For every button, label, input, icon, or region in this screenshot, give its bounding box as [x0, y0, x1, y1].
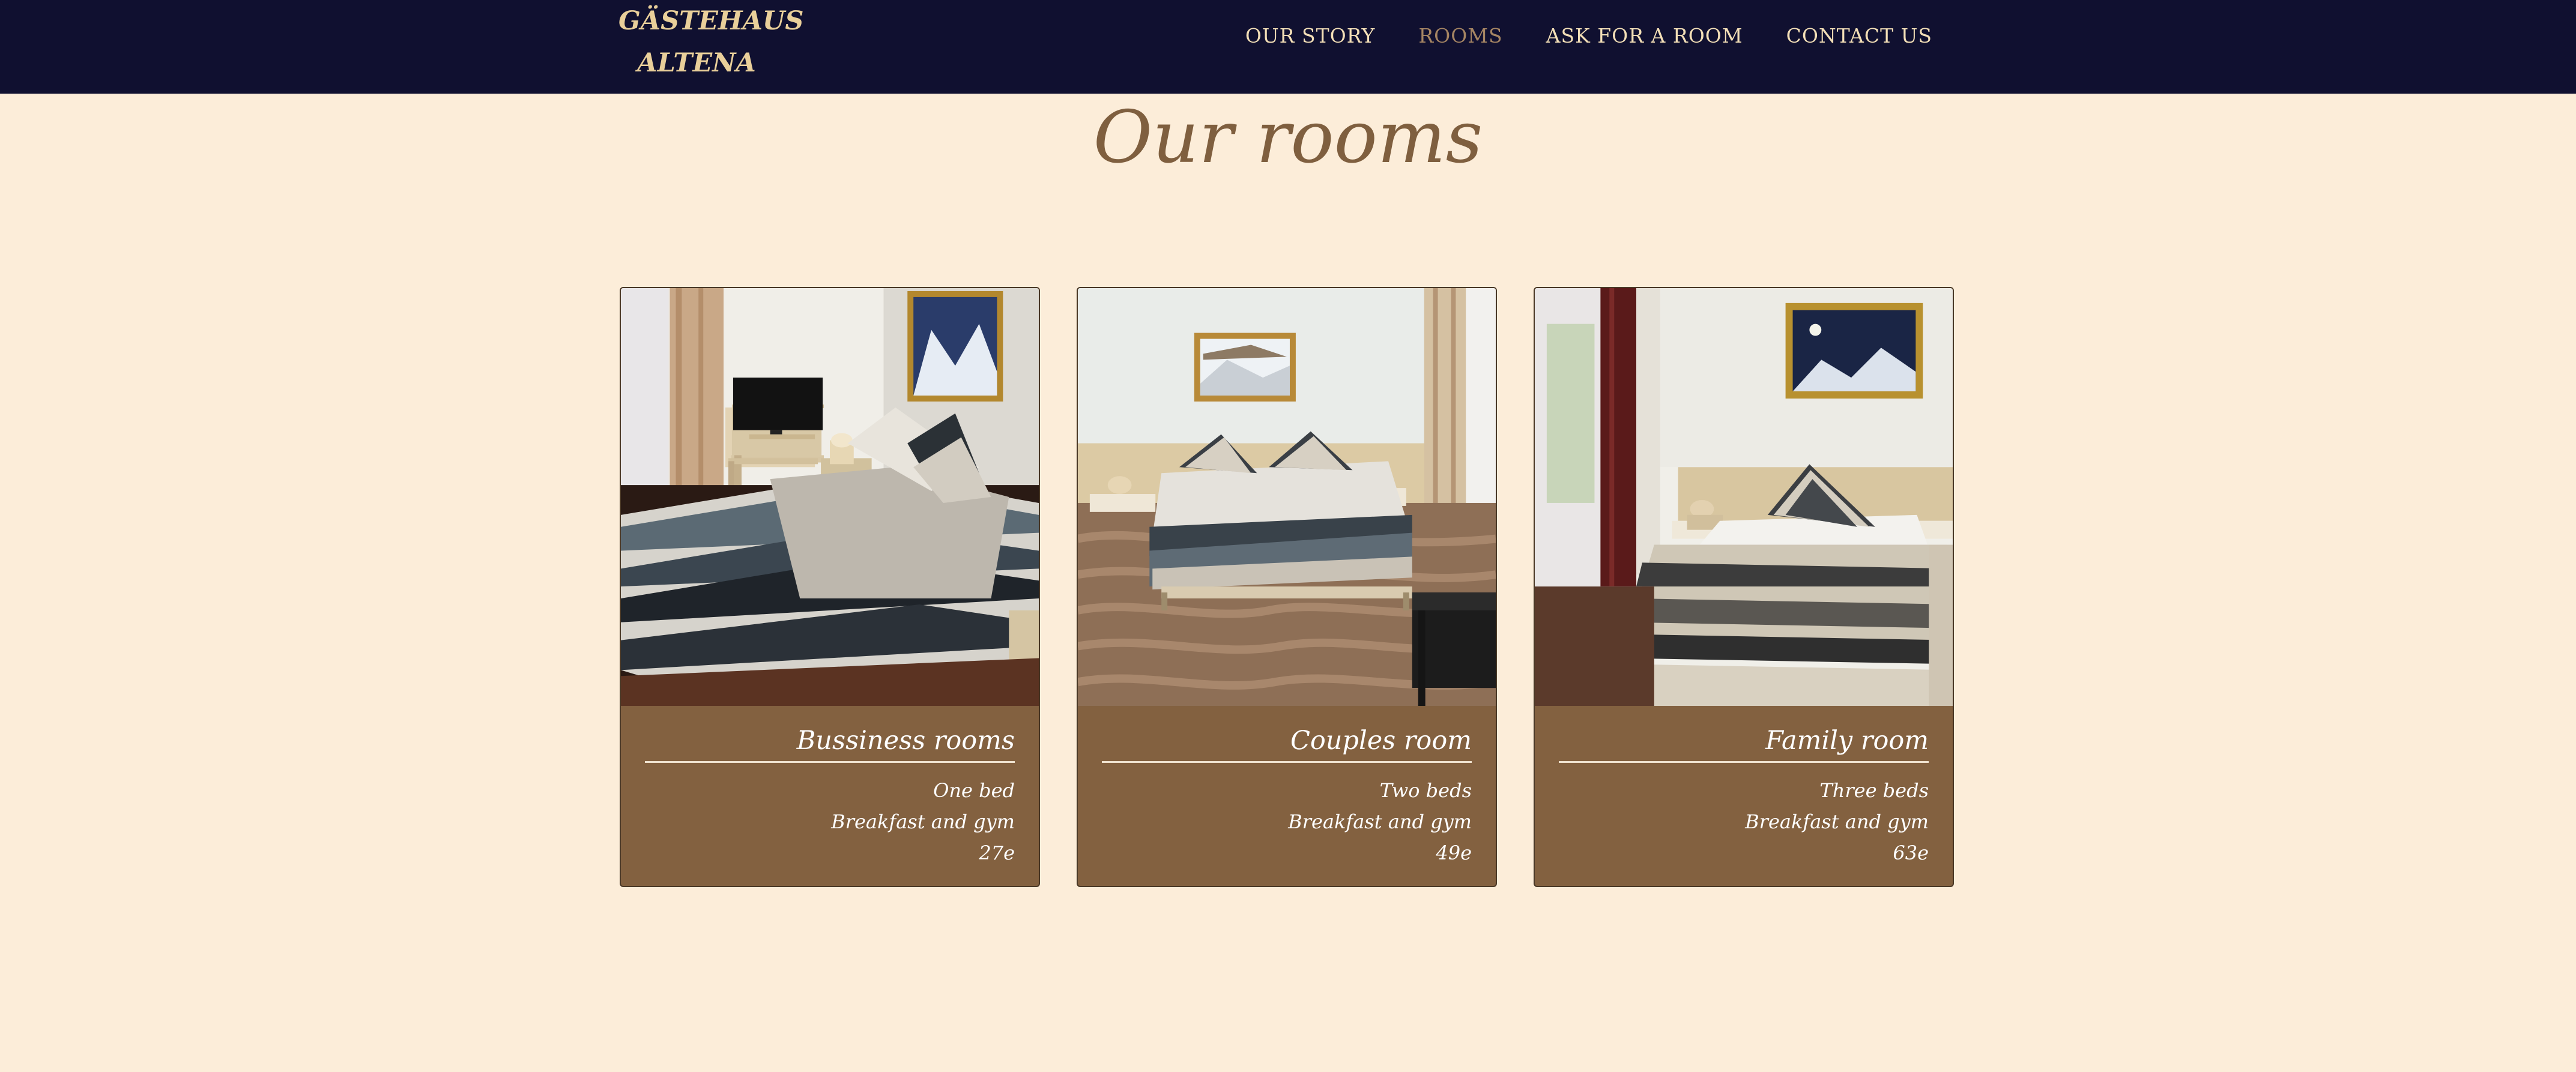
business-room-info: Bussiness rooms One bed Breakfast and gy…: [621, 706, 1039, 869]
nav-link-contact-us[interactable]: CONTACT US: [1786, 24, 1932, 47]
business-room-photo: [621, 288, 1039, 706]
room-title: Bussiness rooms: [645, 724, 1015, 763]
family-room-info: Family room Three beds Breakfast and gym…: [1535, 706, 1953, 869]
room-price: 27e: [979, 842, 1015, 864]
room-details: Two beds Breakfast and gym 49e: [1102, 775, 1472, 869]
room-details: One bed Breakfast and gym 27e: [645, 775, 1015, 869]
room-card-family[interactable]: Family room Three beds Breakfast and gym…: [1534, 287, 1954, 887]
nav-link-rooms[interactable]: ROOMS: [1418, 24, 1502, 47]
room-extras: Breakfast and gym: [1288, 810, 1472, 833]
brand-logo[interactable]: GÄSTEHAUS ALTENA: [618, 0, 804, 84]
nav-links: OUR STORY ROOMS ASK FOR A ROOM CONTACT U…: [1245, 20, 1932, 50]
brand-line-2: ALTENA: [637, 48, 756, 78]
top-navbar: GÄSTEHAUS ALTENA OUR STORY ROOMS ASK FOR…: [0, 0, 2576, 94]
couples-room-photo: [1078, 288, 1496, 706]
room-beds: One bed: [933, 779, 1015, 802]
room-price: 49e: [1436, 842, 1472, 864]
room-card-couples[interactable]: Couples room Two beds Breakfast and gym …: [1077, 287, 1497, 887]
room-title: Couples room: [1102, 724, 1472, 763]
nav-link-our-story[interactable]: OUR STORY: [1245, 24, 1376, 47]
room-price: 63e: [1893, 842, 1929, 864]
brand-line-1: GÄSTEHAUS: [618, 6, 804, 36]
room-extras: Breakfast and gym: [1745, 810, 1929, 833]
room-beds: Two beds: [1379, 779, 1472, 802]
family-room-photo: [1535, 288, 1953, 706]
room-cards: Bussiness rooms One bed Breakfast and gy…: [620, 287, 1954, 887]
room-beds: Three beds: [1819, 779, 1929, 802]
room-card-business[interactable]: Bussiness rooms One bed Breakfast and gy…: [620, 287, 1040, 887]
nav-link-ask-for-a-room[interactable]: ASK FOR A ROOM: [1546, 24, 1743, 47]
couples-room-info: Couples room Two beds Breakfast and gym …: [1078, 706, 1496, 869]
room-extras: Breakfast and gym: [831, 810, 1015, 833]
room-details: Three beds Breakfast and gym 63e: [1559, 775, 1929, 869]
page-title: Our rooms: [1093, 96, 1483, 179]
room-title: Family room: [1559, 724, 1929, 763]
